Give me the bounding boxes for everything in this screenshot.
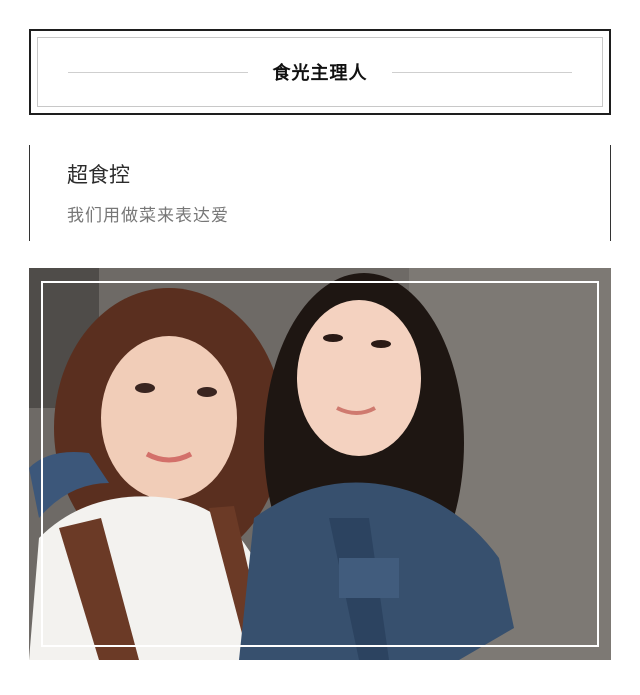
left-person-face — [101, 336, 237, 500]
profile-block: 超食控 我们用做菜来表达爱 — [29, 145, 611, 241]
left-person-eye-left — [135, 383, 155, 393]
profile-bar-right — [610, 145, 611, 241]
right-person-pocket — [339, 558, 399, 598]
left-person-eye-right — [197, 387, 217, 397]
page-title: 食光主理人 — [272, 63, 368, 84]
profile-name: 超食控 — [67, 163, 130, 187]
right-person-face — [297, 300, 421, 456]
portrait-photo-icon — [29, 268, 611, 660]
right-person-eye-right — [371, 340, 391, 348]
title-frame-inner: 食光主理人 — [37, 37, 603, 107]
profile-tagline: 我们用做菜来表达爱 — [67, 206, 229, 226]
right-person-eye-left — [323, 334, 343, 342]
portrait-photo — [29, 268, 611, 660]
profile-bar-left — [29, 145, 30, 241]
title-frame: 食光主理人 — [29, 29, 611, 115]
